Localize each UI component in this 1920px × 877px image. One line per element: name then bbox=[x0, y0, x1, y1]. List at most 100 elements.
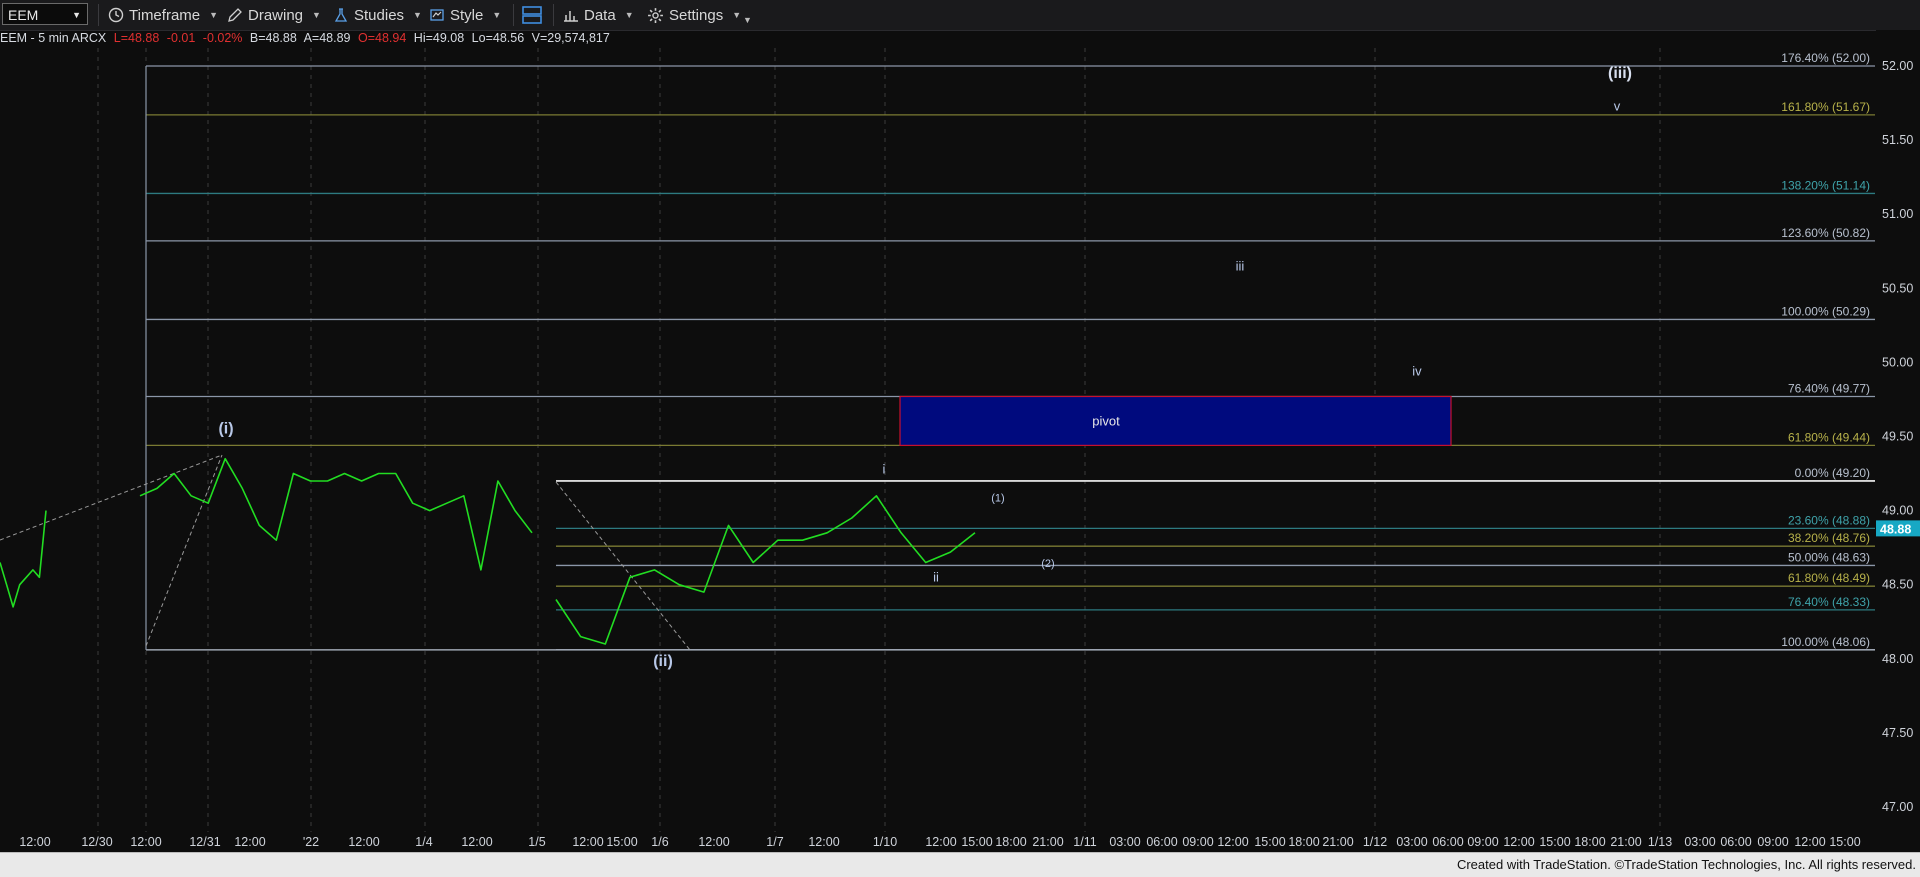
fib-retracement-label: 0.00% (49.20) bbox=[1795, 466, 1870, 480]
style-icon bbox=[430, 9, 444, 21]
toolbar-overflow-button[interactable]: ▼ bbox=[743, 8, 752, 32]
time-axis-tick: 1/12 bbox=[1363, 835, 1387, 849]
time-axis-tick: 12:00 bbox=[1217, 835, 1248, 849]
time-axis-tick: 03:00 bbox=[1396, 835, 1427, 849]
toolbar-divider bbox=[513, 4, 514, 26]
fib-level-label: 123.60% (50.82) bbox=[1781, 226, 1870, 240]
time-axis-tick: 15:00 bbox=[961, 835, 992, 849]
chart-canvas[interactable]: 176.40% (52.00) 161.80% (51.67) 138.20% (5… bbox=[0, 30, 1920, 852]
volume-value: V=29,574,817 bbox=[531, 31, 610, 45]
time-axis-tick: 09:00 bbox=[1757, 835, 1788, 849]
chevron-down-icon: ▼ bbox=[624, 10, 634, 20]
price-axis-tick: 48.00 bbox=[1882, 652, 1913, 666]
symbol-value: EEM bbox=[8, 7, 39, 23]
time-axis-tick: 21:00 bbox=[1322, 835, 1353, 849]
time-axis-tick: 03:00 bbox=[1684, 835, 1715, 849]
fib-level-label: 100.00% (50.29) bbox=[1781, 304, 1870, 318]
layout-button[interactable] bbox=[521, 3, 548, 27]
fib-retracement-label: 76.40% (48.33) bbox=[1788, 595, 1870, 609]
data-label: Data bbox=[584, 6, 616, 24]
time-axis-tick: 06:00 bbox=[1720, 835, 1751, 849]
clock-icon bbox=[108, 7, 124, 23]
price-axis-tick: 49.00 bbox=[1882, 504, 1913, 518]
time-axis-tick: 09:00 bbox=[1467, 835, 1498, 849]
open-value: O=48.94 bbox=[358, 31, 407, 45]
time-axis-tick: 12:00 bbox=[348, 835, 379, 849]
timeframe-label: Timeframe bbox=[129, 6, 201, 24]
price-axis-tick: 51.00 bbox=[1882, 207, 1913, 221]
instrument-label: EEM - 5 min ARCX bbox=[0, 31, 107, 45]
pivot-label: pivot bbox=[1092, 414, 1120, 429]
studies-button[interactable]: Studies ▼ bbox=[333, 3, 422, 27]
price-axis-tick: 52.00 bbox=[1882, 59, 1913, 73]
chevron-down-icon[interactable]: ▼ bbox=[72, 4, 81, 26]
time-axis-tick: 12:00 bbox=[130, 835, 161, 849]
time-axis-tick: 12:00 bbox=[572, 835, 603, 849]
time-axis-tick: 03:00 bbox=[1109, 835, 1140, 849]
pen-icon bbox=[228, 8, 242, 22]
fib-level-label: 161.80% (51.67) bbox=[1781, 100, 1870, 114]
time-axis-tick: 1/7 bbox=[766, 835, 783, 849]
data-button[interactable]: Data ▼ bbox=[563, 3, 634, 27]
time-axis-tick: 09:00 bbox=[1182, 835, 1213, 849]
wave-label: ii bbox=[933, 570, 939, 585]
copyright-text: Created with TradeStation. ©TradeStation… bbox=[1456, 857, 1916, 872]
settings-button[interactable]: Settings ▼ bbox=[647, 3, 741, 27]
time-axis-tick: 1/6 bbox=[651, 835, 668, 849]
last-price-value: L=48.88 bbox=[113, 31, 160, 45]
trend-line bbox=[0, 454, 223, 541]
time-axis-tick: 15:00 bbox=[1829, 835, 1860, 849]
chevron-down-icon: ▼ bbox=[312, 10, 321, 20]
chevron-down-icon: ▼ bbox=[743, 15, 752, 25]
toolbar-divider bbox=[553, 4, 554, 26]
time-axis-tick: 06:00 bbox=[1432, 835, 1463, 849]
symbol-info-bar: EEM - 5 min ARCX L=48.88 -0.01 -0.02% B=… bbox=[0, 31, 614, 47]
fib-retracement-label: 38.20% (48.76) bbox=[1788, 531, 1870, 545]
drawing-button[interactable]: Drawing ▼ bbox=[227, 3, 321, 27]
symbol-input[interactable]: EEM ▼ bbox=[2, 3, 88, 25]
wave-label: (iii) bbox=[1608, 65, 1632, 82]
wave-label: (ii) bbox=[653, 653, 673, 670]
time-axis-tick: 12:00 bbox=[698, 835, 729, 849]
trend-line bbox=[145, 454, 223, 647]
price-axis-tick: 50.00 bbox=[1882, 355, 1913, 369]
chevron-down-icon: ▼ bbox=[732, 10, 742, 20]
time-axis-tick: 12:00 bbox=[925, 835, 956, 849]
time-axis-tick: 1/13 bbox=[1648, 835, 1672, 849]
flask-icon bbox=[334, 8, 348, 22]
wave-label: (2) bbox=[1041, 558, 1054, 570]
wave-label: iv bbox=[1412, 364, 1422, 379]
time-axis-tick: 1/10 bbox=[873, 835, 897, 849]
time-axis-tick: 12:00 bbox=[808, 835, 839, 849]
wave-label: v bbox=[1614, 98, 1621, 113]
wave-label: i bbox=[883, 462, 886, 477]
low-value: Lo=48.56 bbox=[471, 31, 525, 45]
time-axis-tick: 18:00 bbox=[995, 835, 1026, 849]
fib-level-label: 138.20% (51.14) bbox=[1781, 178, 1870, 192]
time-axis-tick: 18:00 bbox=[1574, 835, 1605, 849]
time-axis-tick: 15:00 bbox=[606, 835, 637, 849]
fib-level-label: 176.40% (52.00) bbox=[1781, 51, 1870, 65]
fib-level-label: 61.80% (49.44) bbox=[1788, 430, 1870, 444]
timeframe-button[interactable]: Timeframe ▼ bbox=[108, 3, 218, 27]
change-percent-value: -0.02% bbox=[202, 31, 243, 45]
time-axis-tick: 21:00 bbox=[1032, 835, 1063, 849]
time-axis-tick: 12:00 bbox=[234, 835, 265, 849]
last-price-label: 48.88 bbox=[1880, 522, 1911, 536]
time-axis-tick: 12:00 bbox=[1503, 835, 1534, 849]
toolbar-divider bbox=[98, 4, 99, 26]
style-button[interactable]: Style ▼ bbox=[429, 3, 501, 27]
settings-label: Settings bbox=[669, 6, 724, 24]
ask-value: A=48.89 bbox=[303, 31, 351, 45]
time-axis-tick: 1/5 bbox=[528, 835, 545, 849]
wave-label: (i) bbox=[218, 421, 233, 438]
time-axis-tick: 15:00 bbox=[1254, 835, 1285, 849]
time-axis-tick: 1/11 bbox=[1073, 835, 1096, 849]
time-axis-tick: 12:00 bbox=[19, 835, 50, 849]
studies-label: Studies bbox=[354, 6, 405, 24]
footer-bar: Created with TradeStation. ©TradeStation… bbox=[0, 852, 1920, 877]
price-axis-tick: 47.00 bbox=[1882, 800, 1913, 814]
price-chart[interactable]: 176.40% (52.00) 161.80% (51.67) 138.20% (5… bbox=[0, 30, 1920, 852]
fib-retracement-label: 100.00% (48.06) bbox=[1781, 635, 1870, 649]
chevron-down-icon: ▼ bbox=[209, 10, 219, 20]
